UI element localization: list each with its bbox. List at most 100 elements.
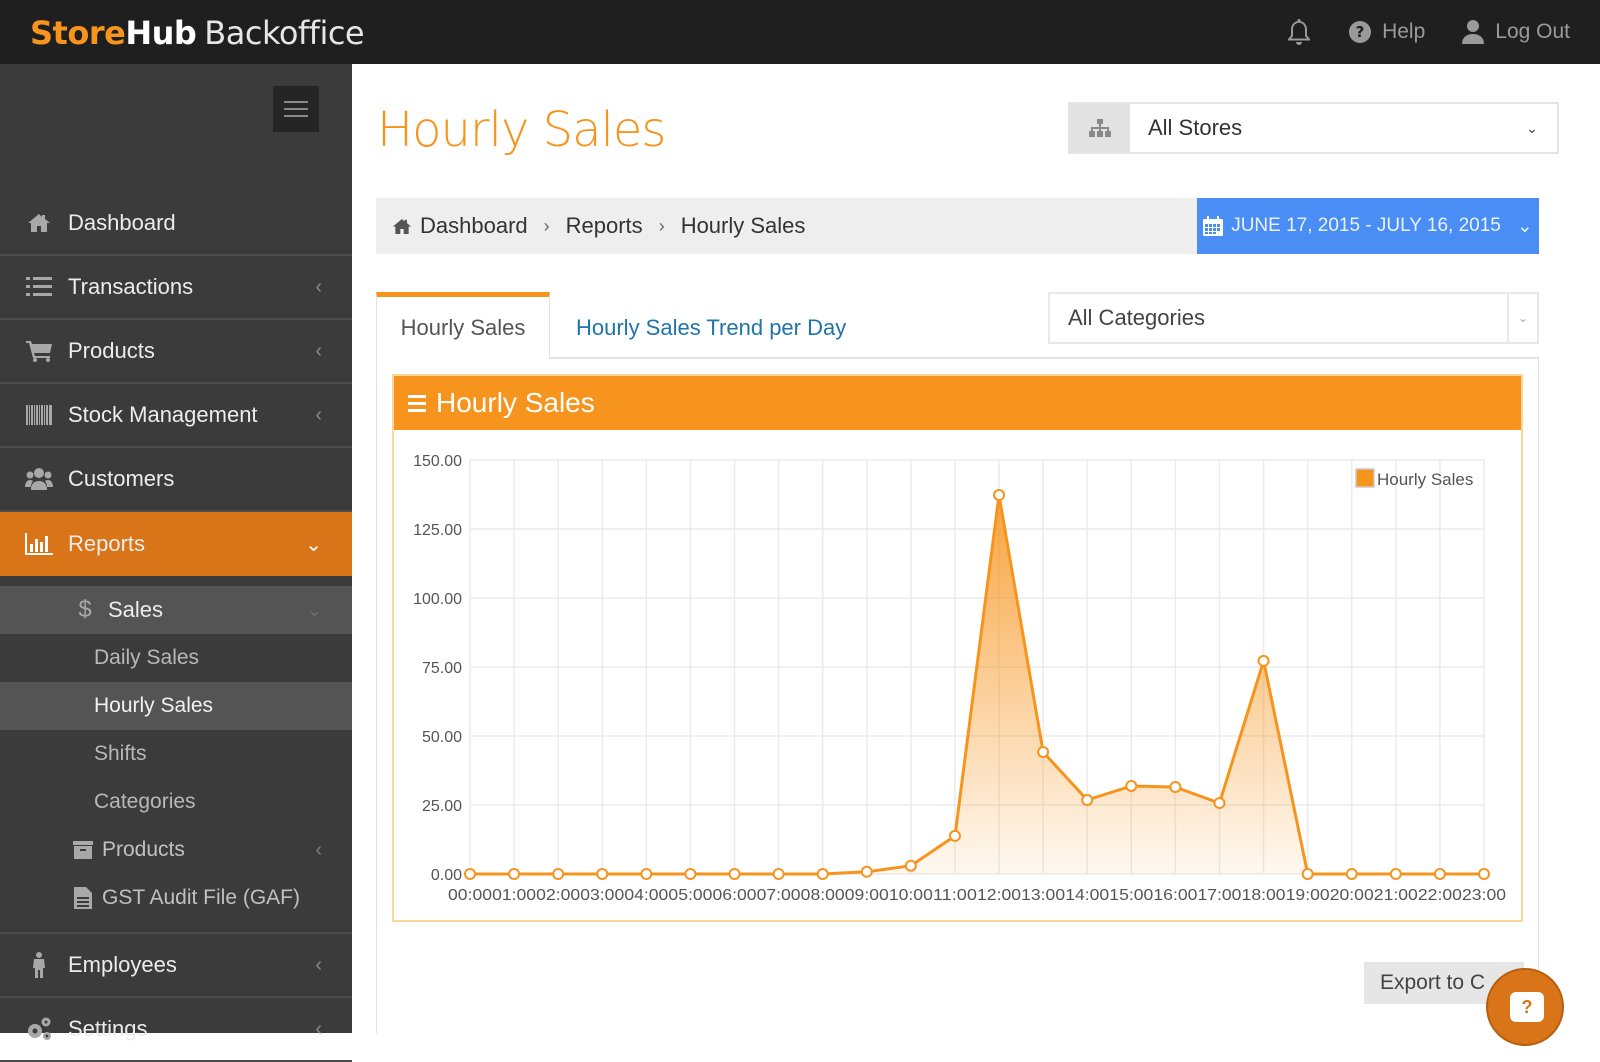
sidebar-item-transactions[interactable]: Transactions ‹: [0, 256, 352, 320]
sidebar-subitem-sales[interactable]: $ Sales ⌄: [0, 586, 352, 634]
breadcrumb-dashboard[interactable]: Dashboard: [420, 213, 528, 239]
question-icon: ?: [1510, 992, 1544, 1022]
sidebar-item-employees[interactable]: Employees ‹: [0, 934, 352, 998]
data-point: [1213, 797, 1226, 810]
data-point: [1081, 794, 1094, 807]
chevron-down-icon: ⌄: [1516, 215, 1533, 237]
sidebar-nav: Dashboard Transactions ‹ Products ‹ Stoc…: [0, 192, 352, 1062]
y-tick-label: 50.00: [422, 729, 462, 746]
chart-panel-title: Hourly Sales: [436, 387, 595, 418]
data-point: [772, 868, 785, 880]
chevron-left-icon: ‹: [315, 838, 322, 861]
sidebar-subitem-gaf[interactable]: GST Audit File (GAF): [0, 874, 352, 922]
date-range-value: JUNE 17, 2015 - JULY 16, 2015: [1231, 215, 1501, 236]
data-point: [860, 865, 873, 878]
bars-icon: [408, 394, 426, 412]
gears-icon: [28, 1017, 51, 1040]
help-link[interactable]: ? Help: [1348, 20, 1425, 44]
data-point: [904, 859, 917, 872]
store-select-value: All Stores: [1148, 115, 1243, 140]
sidebar-item-label: Employees: [68, 952, 177, 977]
calendar-icon: [1203, 216, 1224, 236]
data-point: [728, 868, 741, 880]
sidebar-item-settings[interactable]: Settings ‹: [0, 998, 352, 1062]
sidebar-item-stock-management[interactable]: Stock Management ‹: [0, 384, 352, 448]
x-tick-label: 11:00: [933, 887, 977, 904]
hamburger-line: [284, 101, 308, 103]
x-tick-label: 05:00: [668, 887, 712, 904]
notifications-button[interactable]: [1286, 17, 1312, 47]
x-tick-label: 13:00: [1021, 887, 1065, 904]
sidebar-link-categories[interactable]: Categories: [0, 778, 352, 826]
x-tick-label: 17:00: [1197, 887, 1241, 904]
data-point: [1125, 779, 1138, 792]
bell-icon: [1288, 19, 1311, 45]
breadcrumb: Dashboard › Reports › Hourly Sales: [376, 198, 1197, 254]
x-tick-label: 08:00: [801, 887, 845, 904]
sidebar-item-label: Customers: [68, 466, 175, 491]
data-point: [508, 868, 521, 880]
breadcrumb-reports[interactable]: Reports: [566, 213, 643, 239]
hamburger-line: [284, 108, 308, 110]
y-tick-label: 0.00: [431, 867, 462, 884]
x-tick-label: 06:00: [713, 887, 757, 904]
chevron-down-icon: ⌄: [1507, 294, 1537, 342]
store-select-addon: [1070, 104, 1130, 152]
barcode-icon: [26, 405, 52, 425]
data-point: [1301, 868, 1314, 880]
breadcrumb-separator: ›: [658, 215, 665, 236]
tab-hourly-sales[interactable]: Hourly Sales: [376, 292, 550, 359]
x-tick-label: 19:00: [1286, 887, 1330, 904]
category-select[interactable]: All Categories ⌄: [1048, 292, 1539, 344]
chevron-left-icon: ‹: [315, 339, 322, 362]
ordered-list-icon: [26, 277, 52, 296]
sidebar-subitem-products[interactable]: Products ‹: [0, 826, 352, 874]
sidebar-item-customers[interactable]: Customers: [0, 448, 352, 512]
x-tick-label: 04:00: [624, 887, 668, 904]
y-tick-label: 150.00: [413, 453, 462, 470]
chart-panel: Hourly Sales 0.00 25.00 50.00 75.00 100.00 12…: [392, 374, 1523, 922]
chevron-down-icon: ⌄: [306, 599, 322, 620]
x-tick-label: 16:00: [1153, 887, 1197, 904]
sidebar-link-shifts[interactable]: Shifts: [0, 730, 352, 778]
data-point: [684, 868, 697, 880]
sidebar-subitem-label: GST Audit File (GAF): [102, 886, 300, 909]
data-point: [1478, 868, 1490, 880]
store-select[interactable]: All Stores ⌄: [1068, 102, 1559, 154]
chevron-down-icon: ⌄: [1526, 119, 1538, 136]
sidebar-link-daily-sales[interactable]: Daily Sales: [0, 634, 352, 682]
chevron-down-icon: ⌄: [305, 533, 322, 556]
tab-hourly-sales-trend[interactable]: Hourly Sales Trend per Day: [576, 294, 846, 361]
sidebar-toggle-button[interactable]: [273, 86, 319, 132]
help-chat-bubble[interactable]: ?: [1486, 968, 1564, 1046]
y-tick-label: 125.00: [413, 522, 462, 539]
question-circle-icon: ?: [1349, 21, 1372, 43]
app-logo[interactable]: StoreHub Backoffice: [30, 14, 365, 52]
sidebar-item-label: Products: [68, 338, 155, 363]
date-range-picker[interactable]: JUNE 17, 2015 - JULY 16, 2015 ⌄: [1197, 198, 1539, 254]
logo-store: Store: [30, 14, 126, 52]
sidebar-item-dashboard[interactable]: Dashboard: [0, 192, 352, 256]
logo-backoffice: Backoffice: [204, 14, 365, 52]
x-tick-label: 14:00: [1065, 887, 1109, 904]
x-tick-label: 07:00: [757, 887, 801, 904]
legend-swatch: [1355, 468, 1375, 488]
category-select-value: All Categories: [1068, 305, 1205, 330]
users-icon: [25, 468, 53, 490]
reports-submenu: $ Sales ⌄ Daily Sales Hourly Sales Shift…: [0, 576, 352, 934]
chart-legend[interactable]: Hourly Sales: [1355, 468, 1473, 489]
main-content: Hourly Sales All Stores ⌄ Dashboard › Re…: [352, 64, 1600, 1046]
logout-link[interactable]: Log Out: [1461, 19, 1570, 45]
sidebar-link-hourly-sales[interactable]: Hourly Sales: [0, 682, 352, 730]
sidebar-item-products[interactable]: Products ‹: [0, 320, 352, 384]
data-point: [1389, 868, 1402, 880]
data-point: [596, 868, 609, 880]
chart-panel-header: Hourly Sales: [394, 376, 1521, 430]
legend-label: Hourly Sales: [1377, 470, 1473, 489]
data-point: [816, 868, 829, 880]
x-tick-label: 12:00: [977, 887, 1021, 904]
data-point: [948, 829, 961, 842]
breadcrumb-separator: ›: [543, 215, 550, 236]
sidebar-item-reports[interactable]: Reports ⌄: [0, 512, 352, 576]
person-icon: [33, 952, 45, 978]
